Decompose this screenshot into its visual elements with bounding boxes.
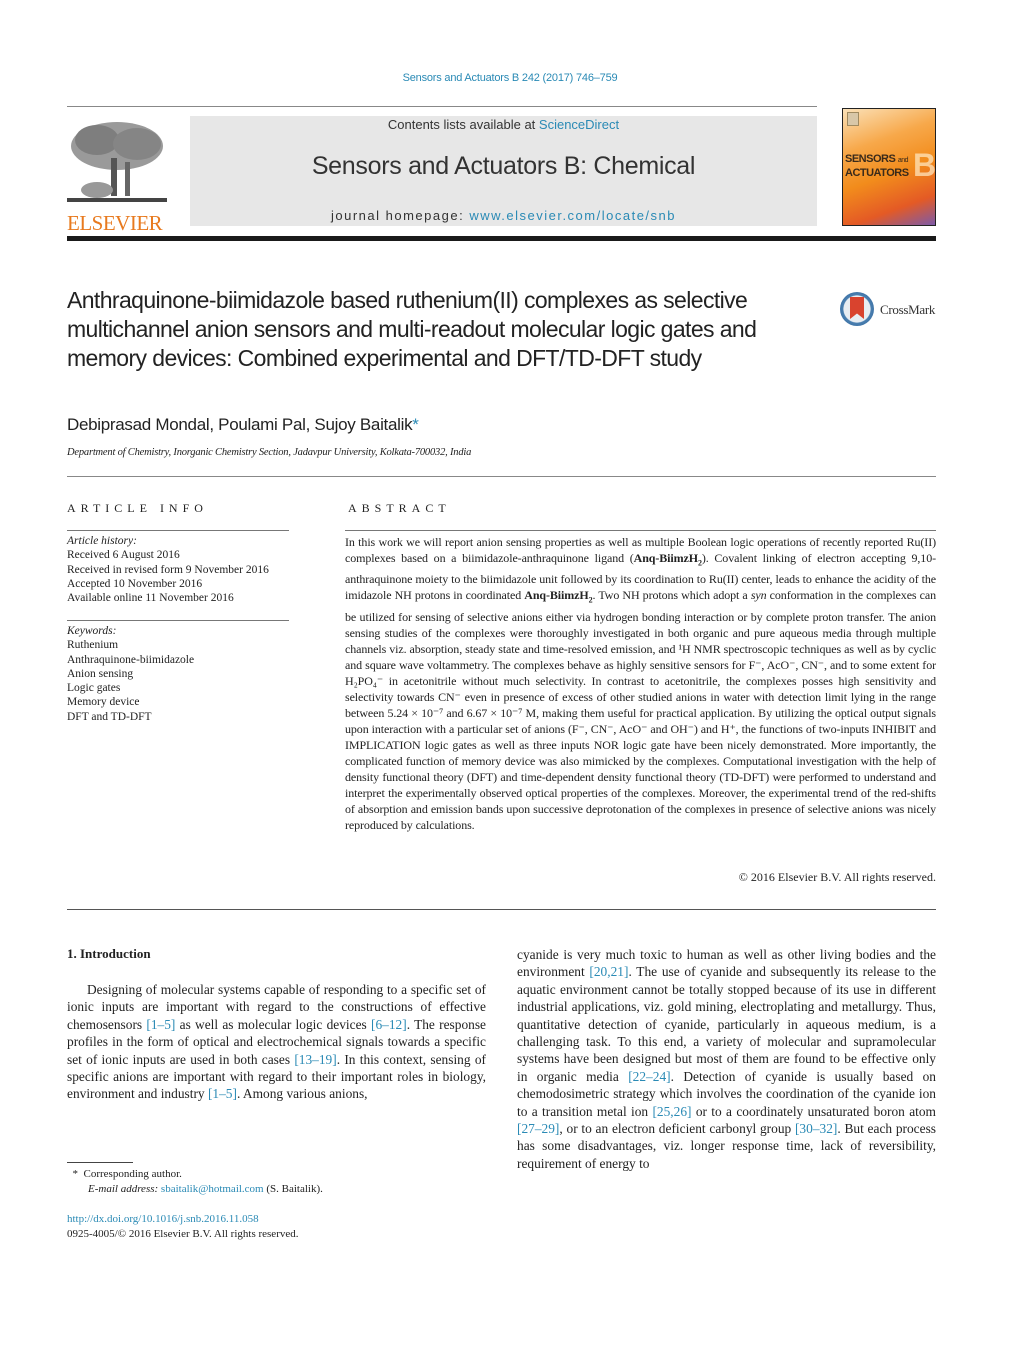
crossmark-label: CrossMark <box>880 302 936 317</box>
body-text: or to a coordinately unsaturated boron a… <box>691 1103 936 1119</box>
citation-link[interactable]: [27–29] <box>517 1121 559 1136</box>
keyword: Anion sensing <box>67 667 134 680</box>
divider <box>67 476 936 477</box>
keyword: Ruthenium <box>67 639 119 652</box>
journal-citation-link[interactable]: Sensors and Actuators B 242 (2017) 746–7… <box>0 72 1020 84</box>
citation-link[interactable]: [22–24] <box>628 1069 670 1084</box>
history-item: Received 6 August 2016 <box>67 549 180 562</box>
citation-link[interactable]: [1–5] <box>146 1017 175 1032</box>
history-item: Available online 11 November 2016 <box>67 592 234 605</box>
divider <box>67 530 289 531</box>
elsevier-badge-icon <box>847 112 859 126</box>
divider <box>345 530 936 531</box>
doi-block: http://dx.doi.org/10.1016/j.snb.2016.11.… <box>67 1212 299 1241</box>
footnote: * Corresponding author. E-mail address: … <box>72 1168 323 1195</box>
intro-column-left: Designing of molecular systems capable o… <box>67 981 486 1103</box>
journal-title: Sensors and Actuators B: Chemical <box>311 152 696 180</box>
doi-link[interactable]: http://dx.doi.org/10.1016/j.snb.2016.11.… <box>67 1212 299 1227</box>
body-text: as well as molecular logic devices <box>175 1016 371 1032</box>
sciencedirect-link[interactable]: ScienceDirect <box>539 117 619 132</box>
abstract-body: In this work we will report anion sensin… <box>345 535 937 832</box>
citation-link[interactable]: [30–32] <box>795 1121 837 1136</box>
crossmark-button[interactable]: CrossMark <box>840 292 940 328</box>
history-item: Received in revised form 9 November 2016 <box>67 563 269 576</box>
history-item: Accepted 10 November 2016 <box>67 577 203 590</box>
article-history: Article history: Received 6 August 2016 … <box>67 534 269 605</box>
ligand-name: Anq-BiimzH2 <box>633 551 702 568</box>
keyword: Anthraquinone-biimidazole <box>67 653 195 666</box>
elsevier-tree-icon <box>67 118 167 206</box>
divider <box>67 909 936 910</box>
homepage-line: journal homepage: www.elsevier.com/locat… <box>190 208 817 223</box>
corresponding-author-note: Corresponding author. <box>83 1168 182 1180</box>
email-link[interactable]: sbaitalik@hotmail.com <box>161 1183 264 1195</box>
article-info-heading: ARTICLE INFO <box>67 501 208 515</box>
keywords: Keywords: Ruthenium Anthraquinone-biimid… <box>67 624 194 724</box>
email-label: E-mail address: <box>88 1182 161 1195</box>
cover-letter: B <box>913 147 936 183</box>
history-label: Article history: <box>67 535 137 547</box>
cover-title: SENSORS and ACTUATORS <box>845 153 909 179</box>
header-rule <box>67 106 817 107</box>
contents-prefix: Contents lists available at <box>387 117 539 132</box>
elsevier-logo[interactable]: ELSEVIER <box>67 118 167 234</box>
ligand-name: Anq-BiimzH2 <box>524 588 593 605</box>
affiliation: Department of Chemistry, Inorganic Chemi… <box>67 447 472 458</box>
corresponding-author-mark[interactable]: * <box>412 415 419 434</box>
keyword: Memory device <box>67 696 140 709</box>
keyword: DFT and TD-DFT <box>67 710 152 723</box>
body-text: . Among various anions, <box>236 1086 368 1102</box>
masthead-thick-rule <box>67 236 936 241</box>
footnote-mark: * <box>72 1168 79 1180</box>
citation-link[interactable]: [6–12] <box>371 1017 407 1032</box>
citation-link[interactable]: [1–5] <box>208 1086 237 1101</box>
citation-link[interactable]: [25,26] <box>652 1104 691 1119</box>
article-title: Anthraquinone-biimidazole based rutheniu… <box>67 287 757 371</box>
intro-column-right: cyanide is very much toxic to human as w… <box>517 946 936 1172</box>
keyword: Logic gates <box>67 682 121 695</box>
author-list: Debiprasad Mondal, Poulami Pal, Sujoy Ba… <box>67 415 419 435</box>
journal-masthead: Contents lists available at ScienceDirec… <box>190 116 817 226</box>
contents-line: Contents lists available at ScienceDirec… <box>190 117 817 132</box>
divider <box>67 620 289 621</box>
section-heading-introduction: 1. Introduction <box>67 946 151 961</box>
body-text: . The use of cyanide and subsequently it… <box>517 964 937 1084</box>
elsevier-wordmark: ELSEVIER <box>67 211 163 235</box>
abstract-heading: ABSTRACT <box>348 501 451 515</box>
citation-link[interactable]: [13–19] <box>294 1052 336 1067</box>
author-names: Debiprasad Mondal, Poulami Pal, Sujoy Ba… <box>67 415 413 434</box>
homepage-prefix: journal homepage: <box>331 208 470 223</box>
abstract-copyright: © 2016 Elsevier B.V. All rights reserved… <box>738 870 936 884</box>
journal-cover-image[interactable]: B SENSORS and ACTUATORS <box>842 108 936 226</box>
body-text: , or to an electron deficient carbonyl g… <box>559 1121 795 1137</box>
issn-copyright: 0925-4005/© 2016 Elsevier B.V. All right… <box>67 1227 299 1240</box>
footnote-rule <box>67 1162 133 1163</box>
homepage-link[interactable]: www.elsevier.com/locate/snb <box>469 208 676 223</box>
keywords-label: Keywords: <box>67 625 117 637</box>
citation-link[interactable]: [20,21] <box>589 964 628 979</box>
